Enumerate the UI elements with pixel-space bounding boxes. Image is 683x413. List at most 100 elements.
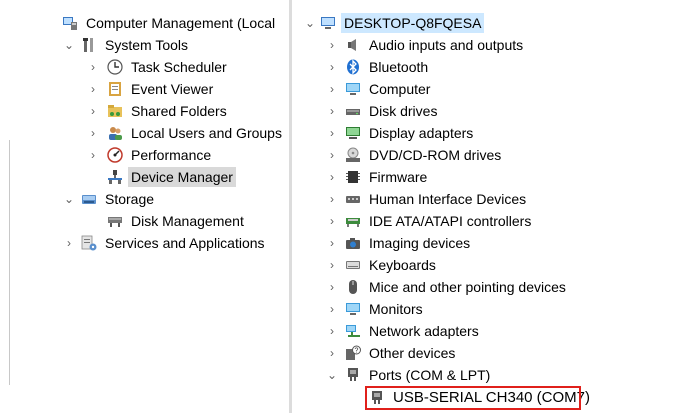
tree-label: DVD/CD-ROM drives xyxy=(369,147,502,163)
computer-icon xyxy=(321,17,335,29)
storage-icon xyxy=(82,195,96,204)
chevron-right-icon[interactable]: › xyxy=(325,298,339,320)
tree-label: Mice and other pointing devices xyxy=(369,279,566,295)
users-icon xyxy=(109,127,122,140)
device-category-monitors[interactable]: Monitors xyxy=(345,298,426,320)
chevron-down-icon[interactable]: ⌄ xyxy=(62,188,76,210)
chevron-down-icon[interactable]: ⌄ xyxy=(303,12,317,34)
chevron-right-icon[interactable]: › xyxy=(325,144,339,166)
chevron-right-icon[interactable]: › xyxy=(325,166,339,188)
tree-label: Network adapters xyxy=(369,323,479,339)
device-category-keyboards[interactable]: Keyboards xyxy=(345,254,439,276)
window-edge xyxy=(9,140,10,385)
tree-node-computer-root[interactable]: DESKTOP-Q8FQESA xyxy=(320,12,485,34)
shared-folder-icon xyxy=(108,105,122,117)
chevron-right-icon[interactable]: › xyxy=(325,100,339,122)
chevron-right-icon[interactable]: › xyxy=(325,188,339,210)
device-category-mice[interactable]: Mice and other pointing devices xyxy=(345,276,569,298)
speaker-icon xyxy=(348,39,356,51)
chevron-right-icon[interactable]: › xyxy=(86,78,100,100)
chevron-down-icon[interactable]: ⌄ xyxy=(62,34,76,56)
tree-node-performance[interactable]: Performance xyxy=(107,144,214,166)
tree-node-computer-management[interactable]: Computer Management (Local xyxy=(62,12,278,34)
device-category-dvd-drives[interactable]: DVD/CD-ROM drives xyxy=(345,144,504,166)
keyboard-icon xyxy=(346,261,360,269)
chevron-right-icon[interactable]: › xyxy=(325,34,339,56)
tree-label: Monitors xyxy=(369,301,423,317)
console-tree[interactable]: Computer Management (Local ⌄ System Tool… xyxy=(55,0,289,413)
tree-label: Computer xyxy=(369,81,431,97)
tree-label: Disk Management xyxy=(131,213,244,229)
mouse-icon xyxy=(349,280,357,294)
tree-node-services[interactable]: Services and Applications xyxy=(81,232,268,254)
chevron-right-icon[interactable]: › xyxy=(325,78,339,100)
services-icon xyxy=(81,235,97,251)
tree-label: IDE ATA/ATAPI controllers xyxy=(369,213,532,229)
device-category-network[interactable]: Network adapters xyxy=(345,320,482,342)
disk-drive-icon xyxy=(346,109,360,115)
chevron-down-icon[interactable]: ⌄ xyxy=(325,364,339,386)
tree-label: Shared Folders xyxy=(131,103,227,119)
tree-label: Ports (COM & LPT) xyxy=(369,367,491,383)
device-category-display-adapters[interactable]: Display adapters xyxy=(345,122,476,144)
chevron-right-icon[interactable]: › xyxy=(86,100,100,122)
chevron-right-icon[interactable]: › xyxy=(325,342,339,364)
tree-node-disk-management[interactable]: Disk Management xyxy=(107,210,247,232)
svg-text:?: ? xyxy=(355,348,359,355)
device-category-ports[interactable]: Ports (COM & LPT) xyxy=(345,364,493,386)
camera-icon xyxy=(346,238,360,249)
chevron-right-icon[interactable]: › xyxy=(325,210,339,232)
tree-node-event-viewer[interactable]: Event Viewer xyxy=(107,78,216,100)
chevron-right-icon[interactable]: › xyxy=(86,122,100,144)
chevron-right-icon[interactable]: › xyxy=(325,122,339,144)
device-category-firmware[interactable]: Firmware xyxy=(345,166,430,188)
tree-label: Human Interface Devices xyxy=(369,191,527,207)
tree-node-storage[interactable]: Storage xyxy=(81,188,157,210)
display-adapter-icon xyxy=(346,127,360,139)
tree-label: Imaging devices xyxy=(369,235,471,251)
bluetooth-icon xyxy=(347,59,359,75)
device-category-hid[interactable]: Human Interface Devices xyxy=(345,188,529,210)
tree-label: Performance xyxy=(131,147,212,163)
tree-label: Task Scheduler xyxy=(131,59,227,75)
chevron-right-icon[interactable]: › xyxy=(62,232,76,254)
tree-node-task-scheduler[interactable]: Task Scheduler xyxy=(107,56,230,78)
device-category-computer[interactable]: Computer xyxy=(345,78,433,100)
chevron-right-icon[interactable]: › xyxy=(86,144,100,166)
monitor-icon xyxy=(346,303,360,315)
chevron-right-icon[interactable]: › xyxy=(325,56,339,78)
chip-icon xyxy=(346,171,360,183)
tree-label: Keyboards xyxy=(369,257,436,273)
hid-icon xyxy=(346,196,360,203)
highlight-annotation xyxy=(365,386,581,410)
device-tree[interactable]: ⌄ DESKTOP-Q8FQESA › Audio inputs and out… xyxy=(292,0,683,413)
chevron-right-icon[interactable]: › xyxy=(325,254,339,276)
tree-node-shared-folders[interactable]: Shared Folders xyxy=(107,100,230,122)
device-category-imaging[interactable]: Imaging devices xyxy=(345,232,473,254)
device-category-bluetooth[interactable]: Bluetooth xyxy=(345,56,431,78)
tree-label: Device Manager xyxy=(128,167,236,187)
disk-management-icon xyxy=(108,217,122,227)
network-adapter-icon xyxy=(346,325,360,337)
chevron-right-icon[interactable]: › xyxy=(86,56,100,78)
device-manager-icon xyxy=(108,170,122,184)
tools-icon xyxy=(83,38,93,52)
tree-label: Event Viewer xyxy=(131,81,214,97)
tree-node-system-tools[interactable]: System Tools xyxy=(81,34,191,56)
chevron-right-icon[interactable]: › xyxy=(325,232,339,254)
device-category-disk-drives[interactable]: Disk drives xyxy=(345,100,440,122)
ide-controller-icon xyxy=(346,218,360,227)
device-category-other[interactable]: ? Other devices xyxy=(345,342,458,364)
tree-node-local-users[interactable]: Local Users and Groups xyxy=(107,122,285,144)
device-category-ide[interactable]: IDE ATA/ATAPI controllers xyxy=(345,210,534,232)
event-viewer-icon xyxy=(109,82,121,96)
tree-node-device-manager[interactable]: Device Manager xyxy=(107,166,236,188)
chevron-right-icon[interactable]: › xyxy=(325,320,339,342)
tree-label: Storage xyxy=(105,191,155,207)
unknown-device-icon: ? xyxy=(346,345,361,360)
chevron-right-icon[interactable]: › xyxy=(325,276,339,298)
tree-label: Bluetooth xyxy=(369,59,429,75)
performance-icon xyxy=(107,147,123,163)
device-category-audio[interactable]: Audio inputs and outputs xyxy=(345,34,526,56)
tree-label: Firmware xyxy=(369,169,428,185)
